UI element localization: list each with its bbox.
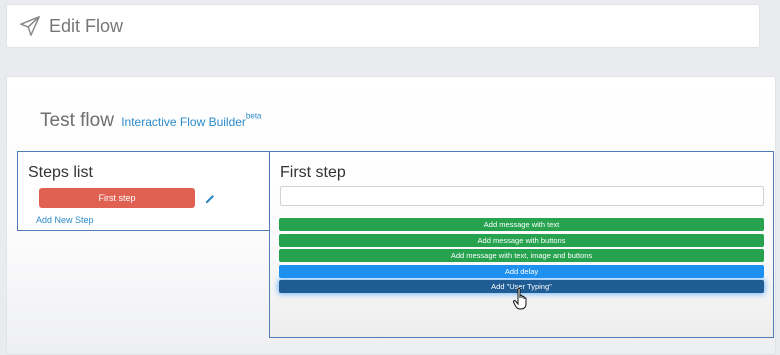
- flow-name: Test flow: [40, 110, 114, 131]
- page-title: Edit Flow: [49, 15, 124, 36]
- paper-plane-icon: [19, 15, 41, 37]
- step-item-first[interactable]: First step: [39, 188, 195, 208]
- beta-badge: beta: [245, 111, 262, 121]
- step-heading: First step: [280, 164, 346, 181]
- pencil-icon[interactable]: [204, 192, 216, 204]
- step-name-input[interactable]: [280, 186, 764, 206]
- flow-title: Test flow Interactive Flow Builderbeta: [40, 110, 262, 132]
- hand-cursor-icon: [512, 287, 530, 311]
- builder-link[interactable]: Interactive Flow Builder: [121, 115, 246, 129]
- page-header: Edit Flow: [6, 4, 760, 48]
- add-new-step-link[interactable]: Add New Step: [36, 215, 94, 225]
- steps-list-panel: Steps list First step Add New Step: [17, 151, 270, 231]
- add-message-text-button[interactable]: Add message with text: [279, 218, 764, 231]
- add-delay-button[interactable]: Add delay: [279, 265, 764, 278]
- add-message-text-image-buttons-button[interactable]: Add message with text, image and buttons: [279, 249, 764, 262]
- steps-list-heading: Steps list: [28, 164, 93, 181]
- add-message-buttons-button[interactable]: Add message with buttons: [279, 234, 764, 247]
